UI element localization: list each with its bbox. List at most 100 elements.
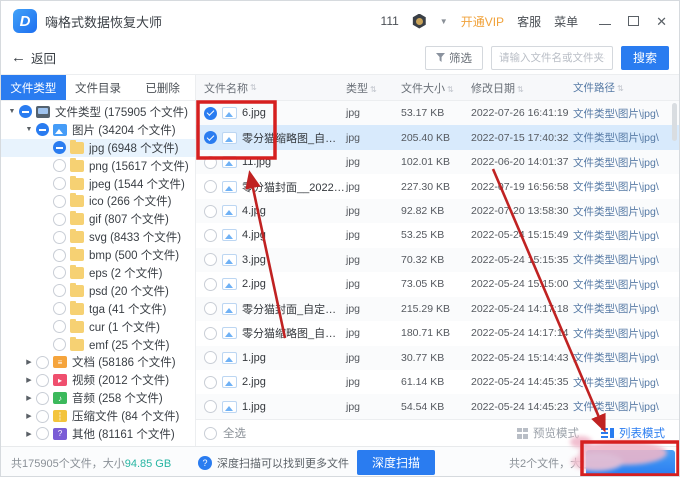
column-type[interactable]: 类型 ⇅ [346,80,401,96]
expander-icon[interactable]: ▶ [22,412,36,420]
list-mode-button[interactable]: 列表模式 [601,425,665,441]
table-row[interactable]: 2.jpg jpg 61.14 KB 2022-05-24 14:45:35 文… [196,370,679,394]
tree-item[interactable]: jpeg (1544 个文件) [1,175,195,193]
row-checkbox[interactable] [204,302,217,316]
tree-item[interactable]: eps (2 个文件) [1,264,195,282]
tree-item[interactable]: ▶ 音频 (258 个文件) [1,389,195,407]
expander-icon[interactable]: ▶ [22,358,36,366]
select-all-checkbox[interactable]: 全选 [204,425,246,441]
table-row[interactable]: 3.jpg jpg 70.32 KB 2022-05-24 15:15:35 文… [196,247,679,273]
tree-checkbox[interactable] [53,266,66,280]
account-dropdown-icon[interactable]: ▼ [440,17,448,26]
table-row[interactable]: 1.jpg jpg 54.54 KB 2022-05-24 14:45:23 文… [196,394,679,419]
tree-item[interactable]: ▶ 其他 (81161 个文件) [1,425,195,443]
recover-button[interactable] [586,450,675,476]
scrollbar-thumb[interactable] [672,103,677,141]
filter-button[interactable]: 筛选 [424,45,483,70]
tree-item[interactable]: cur (1 个文件) [1,318,195,336]
minimize-button[interactable] [599,23,612,25]
row-checkbox[interactable] [204,131,217,145]
account-name[interactable]: 111 [381,14,399,28]
tree-checkbox[interactable] [53,284,66,298]
tree-checkbox[interactable] [19,105,32,119]
tree-item[interactable]: ico (266 个文件) [1,192,195,210]
back-button[interactable]: ← 返回 [11,48,56,67]
table-row[interactable]: 零分猫缩略图_自定义px_2... jpg 205.40 KB 2022-07-… [196,125,679,150]
tree-item[interactable]: png (15617 个文件) [1,157,195,175]
expander-icon[interactable]: ▶ [22,430,36,438]
row-checkbox[interactable] [204,375,217,389]
row-checkbox[interactable] [204,253,217,267]
table-row[interactable]: 6.jpg jpg 53.17 KB 2022-07-26 16:41:19 文… [196,101,679,126]
row-checkbox[interactable] [204,204,217,218]
column-date[interactable]: 修改日期 ⇅ [471,80,573,96]
tree-item[interactable]: jpg (6948 个文件) [1,138,195,157]
tree-item[interactable]: ▼ 文件类型 (175905 个文件) [1,103,195,121]
tree-checkbox[interactable] [36,427,49,441]
column-size[interactable]: 文件大小 ⇅ [401,80,471,96]
tree-checkbox[interactable] [53,212,66,226]
tree-checkbox[interactable] [36,373,49,387]
expander-icon[interactable]: ▶ [22,376,36,384]
tree-checkbox[interactable] [36,409,49,423]
user-badge-icon[interactable] [412,13,426,29]
tree-item[interactable]: emf (25 个文件) [1,336,195,354]
file-thumbnail-icon [222,278,237,291]
tree-checkbox[interactable] [53,338,66,352]
tree-item[interactable]: ▶ 视频 (2012 个文件) [1,371,195,389]
panel-tab[interactable]: 文件目录 [65,75,131,100]
search-button[interactable]: 搜索 [620,45,669,70]
tree-item[interactable]: ▼ 图片 (34204 个文件) [1,121,195,139]
tree-item[interactable]: psd (20 个文件) [1,282,195,300]
tree-checkbox[interactable] [53,302,66,316]
tree-checkbox[interactable] [36,391,49,405]
tree-checkbox[interactable] [53,320,66,334]
panel-tab[interactable]: 文件类型 [1,75,66,100]
row-checkbox[interactable] [204,351,217,365]
tree-item[interactable]: svg (8433 个文件) [1,228,195,246]
tree-item[interactable]: ▶ 压缩文件 (84 个文件) [1,407,195,425]
expander-icon[interactable]: ▼ [5,108,19,115]
deep-scan-button[interactable]: 深度扫描 [357,450,436,475]
table-row[interactable]: 零分猫封面_自定义px_202... jpg 215.29 KB 2022-05… [196,296,679,322]
column-path[interactable]: 文件路径 ⇅ [573,80,679,95]
table-row[interactable]: 11.jpg jpg 102.01 KB 2022-06-20 14:01:37… [196,149,679,175]
row-checkbox[interactable] [204,180,217,194]
close-button[interactable]: ✕ [656,15,667,28]
tree-checkbox[interactable] [53,159,66,173]
menu-button[interactable]: 菜单 [554,13,578,30]
column-file-name[interactable]: 文件名称 ⇅ [196,80,346,96]
row-checkbox[interactable] [204,400,217,414]
panel-tab[interactable]: 已删除 [130,75,196,100]
table-row[interactable]: 1.jpg jpg 30.77 KB 2022-05-24 15:14:43 文… [196,345,679,370]
tree-checkbox[interactable] [53,230,66,244]
expander-icon[interactable]: ▶ [22,394,36,402]
support-button[interactable]: 客服 [517,13,541,30]
help-question-icon[interactable]: ? [198,455,212,470]
maximize-button[interactable] [628,16,640,26]
tree-checkbox[interactable] [53,177,66,190]
row-checkbox[interactable] [204,277,217,291]
tree-checkbox[interactable] [53,141,66,155]
table-row[interactable]: 零分猫封面__2022-07-19... jpg 227.30 KB 2022-… [196,174,679,198]
table-row[interactable]: 2.jpg jpg 73.05 KB 2022-05-24 15:15:00 文… [196,272,679,296]
row-checkbox[interactable] [204,326,217,340]
search-input[interactable] [490,45,613,70]
tree-checkbox[interactable] [53,194,66,208]
row-checkbox[interactable] [204,228,217,242]
tree-checkbox[interactable] [36,355,49,369]
row-checkbox[interactable] [204,106,217,120]
preview-mode-button[interactable]: 预览模式 [517,425,579,441]
tree-item[interactable]: tga (41 个文件) [1,300,195,318]
expander-icon[interactable]: ▼ [22,126,36,133]
tree-checkbox[interactable] [53,248,66,262]
table-row[interactable]: 4.jpg jpg 53.25 KB 2022-05-24 15:15:49 文… [196,223,679,247]
row-checkbox[interactable] [204,155,217,169]
table-row[interactable]: 零分猫缩略图_自定义px_2... jpg 180.71 KB 2022-05-… [196,321,679,345]
open-vip-button[interactable]: 开通VIP [461,13,504,30]
table-row[interactable]: 4.jpg jpg 92.82 KB 2022-07-20 13:58:30 文… [196,198,679,224]
tree-checkbox[interactable] [36,123,49,137]
tree-item[interactable]: bmp (500 个文件) [1,246,195,264]
tree-item[interactable]: ▶ 文档 (58186 个文件) [1,353,195,371]
tree-item[interactable]: gif (807 个文件) [1,210,195,228]
